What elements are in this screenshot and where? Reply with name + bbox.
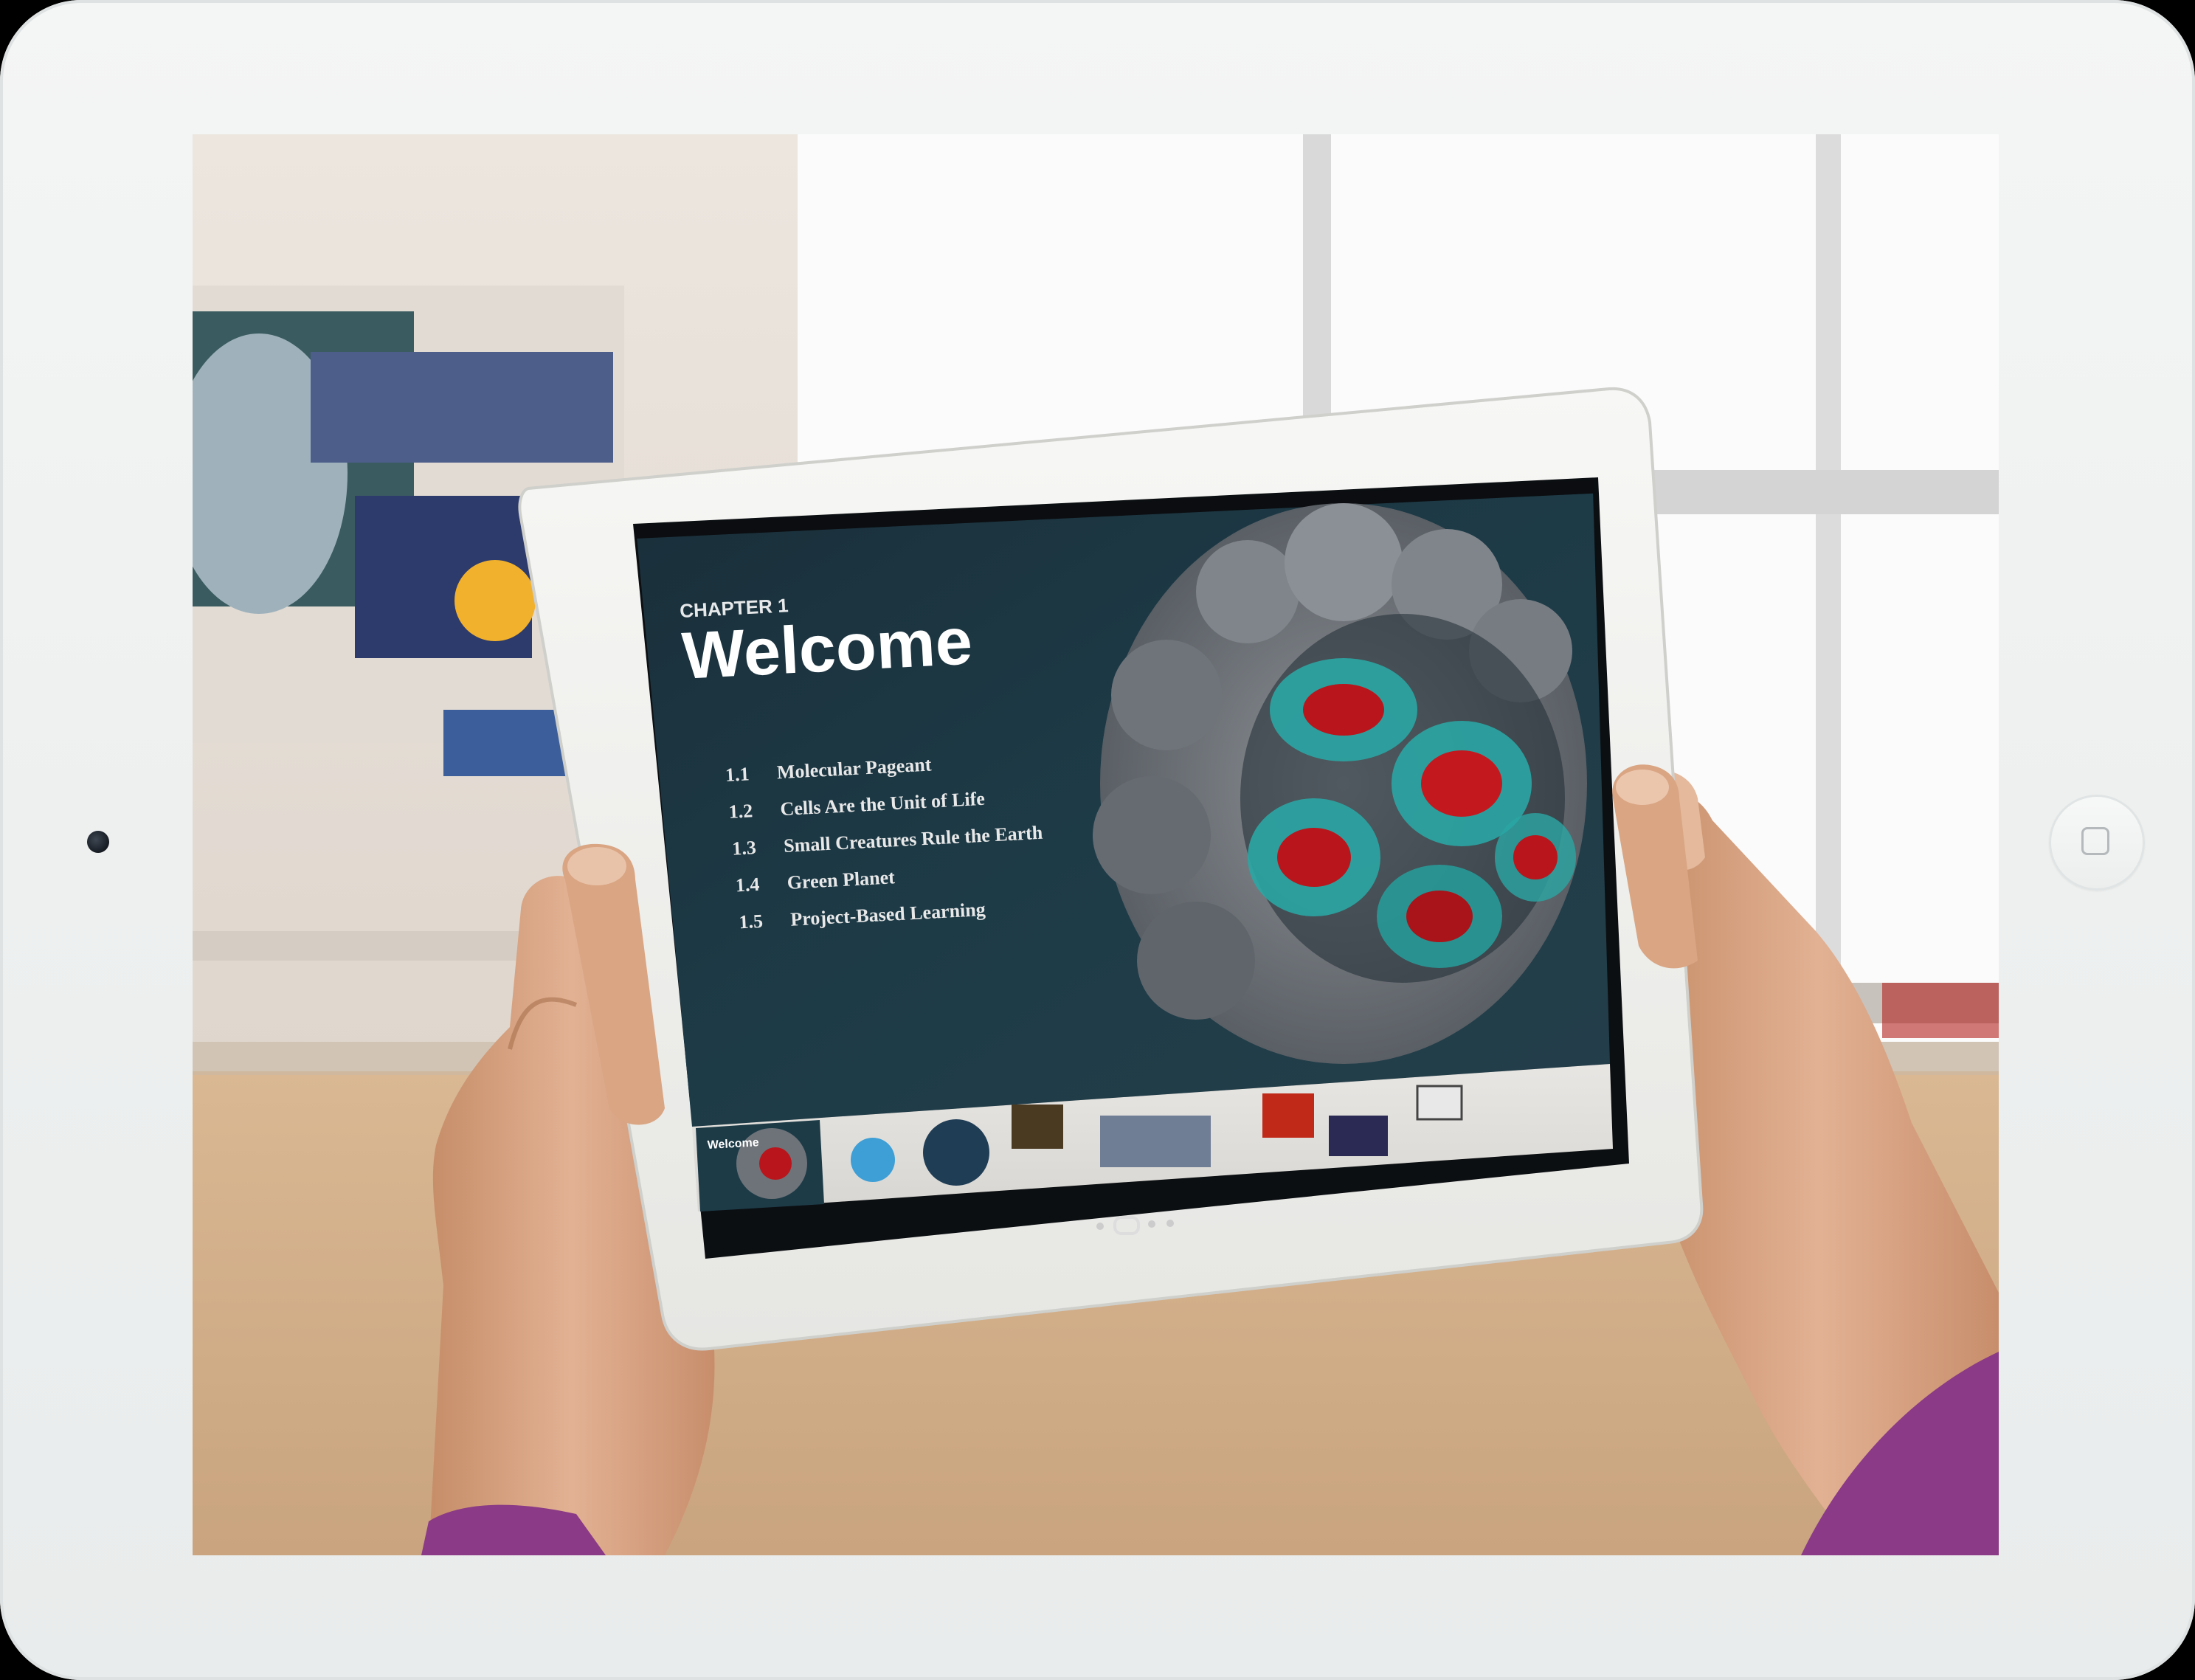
front-camera: [87, 831, 109, 853]
home-button[interactable]: [2049, 795, 2145, 891]
tablet: Welcome CHAPTER 1 Welcome 1.1 Molecular …: [518, 387, 1704, 1351]
video-frame: Welcome CHAPTER 1 Welcome 1.1 Molecular …: [193, 134, 1999, 1555]
scene: Welcome CHAPTER 1 Welcome 1.1 Molecular …: [193, 134, 1999, 1555]
toc-number: 1.2: [728, 800, 753, 823]
toc-number: 1.4: [735, 874, 760, 896]
toc-number: 1.1: [725, 763, 750, 786]
toc-number: 1.3: [732, 837, 757, 860]
ipad-frame: Welcome CHAPTER 1 Welcome 1.1 Molecular …: [0, 0, 2195, 1680]
chapter-title: Welcome: [680, 604, 974, 693]
home-square-icon: [2081, 827, 2109, 855]
toc-number: 1.5: [739, 910, 764, 933]
